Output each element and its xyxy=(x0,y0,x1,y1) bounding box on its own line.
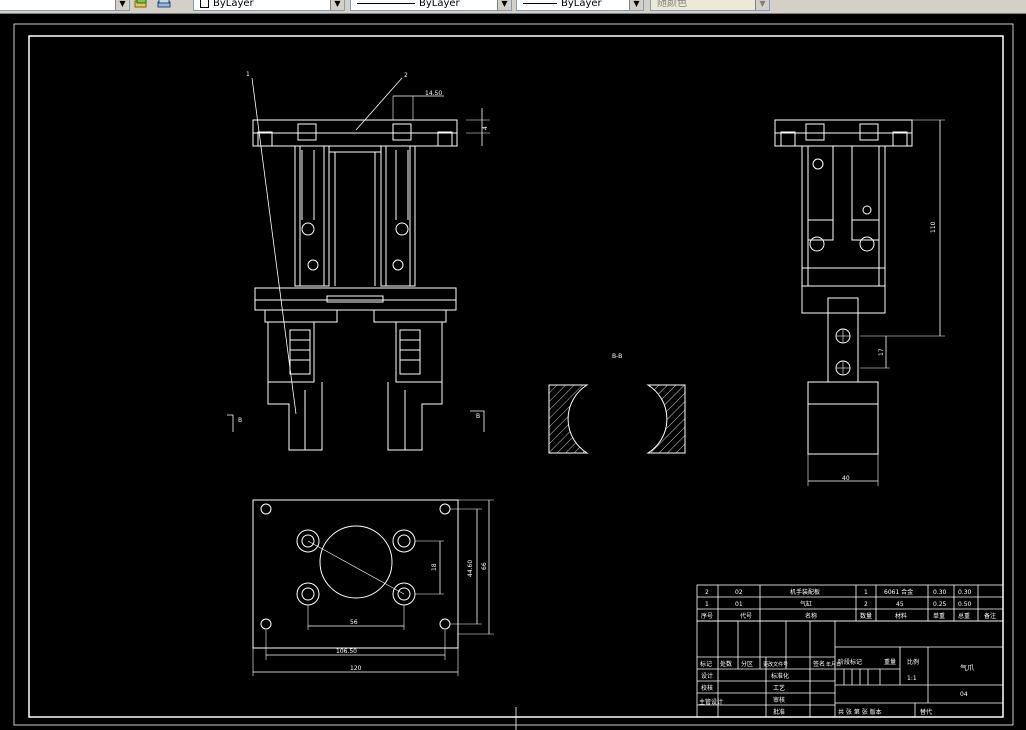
chevron-down-icon: ▼ xyxy=(629,0,643,10)
parts-cell: 气缸 xyxy=(800,600,812,608)
properties-toolbar: ▼ ByLayer ▼ ByLayer ▼ ByLayer ▼ 随颜色 ▼ xyxy=(0,0,1026,14)
stage-header: 阶段标记 xyxy=(838,658,862,666)
role-label: 主管设计 xyxy=(699,698,723,706)
role-label: 校核 xyxy=(701,684,713,692)
parts-header: 单重 xyxy=(933,612,945,620)
section-mark: B xyxy=(476,413,480,420)
previous-control-dropdown[interactable]: ▼ xyxy=(0,0,130,11)
role-label: 批准 xyxy=(773,708,785,716)
color-dropdown[interactable]: ByLayer ▼ xyxy=(193,0,345,11)
role-label: 标准化 xyxy=(771,672,789,680)
dimension-text: 17 xyxy=(878,348,885,356)
lineweight-dropdown[interactable]: ByLayer ▼ xyxy=(516,0,644,11)
parts-cell: 0.25 xyxy=(933,601,947,608)
role-label: 工艺 xyxy=(773,684,785,692)
parts-cell: 0.30 xyxy=(933,589,947,596)
section-bb xyxy=(548,384,686,454)
parts-header: 数量 xyxy=(860,612,872,620)
dimension-text: 56 xyxy=(350,619,358,626)
dimension-text: 120 xyxy=(350,665,362,672)
sheet-info: 共 张 第 张 版本 xyxy=(838,708,882,716)
chevron-down-icon: ▼ xyxy=(755,0,769,10)
dimension-text: 40 xyxy=(842,475,850,482)
parts-cell: 02 xyxy=(735,589,743,596)
role-label: 审核 xyxy=(773,696,785,704)
parts-header: 总重 xyxy=(958,612,970,620)
sheet-inner-border xyxy=(28,35,1004,718)
balloon-leader-1 xyxy=(251,77,297,415)
balloon-label: 2 xyxy=(404,72,408,79)
lineweight-dropdown-value: ByLayer xyxy=(561,0,602,9)
linetype-sample xyxy=(357,2,415,4)
dimension-text: 18 xyxy=(431,563,438,571)
section-label: B-B xyxy=(612,353,622,360)
drawing-number: 04 xyxy=(960,691,968,698)
linetype-dropdown-value: ByLayer xyxy=(419,0,460,9)
parts-header: 代号 xyxy=(740,612,752,620)
parts-cell: 2 xyxy=(864,601,868,608)
linetype-dropdown[interactable]: ByLayer ▼ xyxy=(350,0,512,11)
parts-cell: 1 xyxy=(705,601,709,608)
stage-header: 比例 xyxy=(907,658,919,666)
plotstyle-dropdown-value: 随颜色 xyxy=(657,0,687,9)
side-view xyxy=(774,119,945,486)
parts-header: 序号 xyxy=(701,612,713,620)
parts-header: 备注 xyxy=(984,612,996,620)
dimension-text: 110 xyxy=(930,221,937,233)
chevron-down-icon: ▼ xyxy=(330,0,344,10)
front-view xyxy=(227,77,490,451)
plotstyle-dropdown[interactable]: 随颜色 ▼ xyxy=(650,0,770,11)
parts-cell: 0.50 xyxy=(958,601,972,608)
balloon-leader-2 xyxy=(355,77,403,131)
parts-header: 名称 xyxy=(805,612,817,620)
parts-cell: 6061 合金 xyxy=(884,588,913,596)
balloon-label: 1 xyxy=(246,71,250,78)
stage-header: 重量 xyxy=(884,658,896,666)
layer-manager-icon[interactable] xyxy=(134,0,148,9)
dimension-text: 14.50 xyxy=(425,90,442,97)
revision-header: 更改文件号 xyxy=(763,661,788,668)
plan-view xyxy=(252,499,494,676)
chevron-down-icon: ▼ xyxy=(115,0,129,10)
scale-value: 1:1 xyxy=(907,675,917,682)
replace-label: 替代 xyxy=(920,708,932,716)
parts-cell: 机手装配板 xyxy=(790,588,820,596)
dimension-text: 106.50 xyxy=(336,648,357,655)
dimension-text: 66 xyxy=(481,562,488,570)
parts-cell: 01 xyxy=(735,601,743,608)
drawing-name: 气爪 xyxy=(960,663,974,672)
revision-header: 签名 xyxy=(813,660,825,668)
color-swatch-icon xyxy=(200,0,209,8)
revision-header: 分区 xyxy=(741,660,753,668)
parts-cell: 45 xyxy=(896,601,904,608)
chevron-down-icon: ▼ xyxy=(497,0,511,10)
color-dropdown-value: ByLayer xyxy=(213,0,254,9)
parts-cell: 1 xyxy=(864,589,868,596)
drawing-canvas[interactable]: 1 2 14.50 4 B B B-B 110 17 40 56 18 44.6… xyxy=(0,14,1026,730)
layer-states-icon[interactable] xyxy=(157,0,171,9)
parts-cell: 0.30 xyxy=(958,589,972,596)
revision-header: 处数 xyxy=(720,660,732,668)
role-label: 设计 xyxy=(701,672,713,680)
lineweight-sample xyxy=(523,2,557,4)
dimension-text: 44.60 xyxy=(467,560,474,577)
parts-cell: 2 xyxy=(705,589,709,596)
section-mark: B xyxy=(238,417,242,424)
revision-header: 标记 xyxy=(700,660,712,668)
parts-header: 材料 xyxy=(895,612,907,620)
dimension-text: 4 xyxy=(482,126,489,130)
